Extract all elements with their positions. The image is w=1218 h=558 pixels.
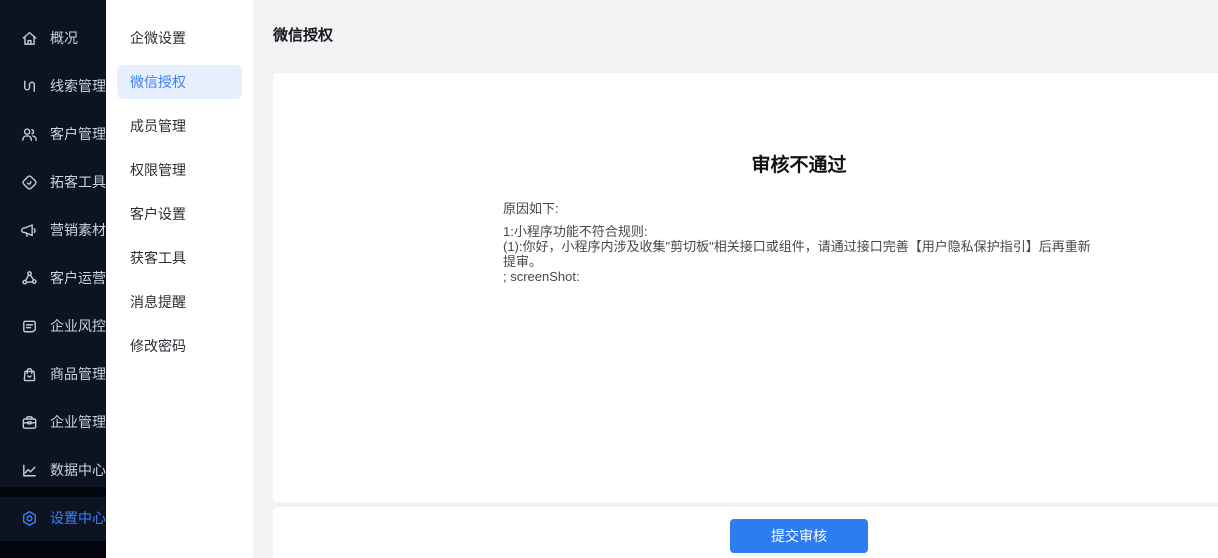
shopping-bag-icon [20, 365, 39, 384]
sidebar-separator [0, 487, 106, 497]
sidebar-item-label: 拓客工具 [50, 174, 106, 190]
sidebar-item-label: 概况 [50, 30, 78, 46]
sidebar-item-leads[interactable]: 线索管理 [0, 62, 106, 110]
settings-menu: 企微设置 微信授权 成员管理 权限管理 客户设置 获客工具 消息提醒 修改密码 [106, 0, 253, 558]
menu-item-label: 权限管理 [130, 162, 186, 178]
sidebar-item-label: 数据中心 [50, 462, 106, 478]
menu-item-message-reminder[interactable]: 消息提醒 [117, 285, 242, 319]
sidebar-item-overview[interactable]: 概况 [0, 14, 106, 62]
sidebar-item-label: 企业管理 [50, 414, 106, 430]
submit-audit-button[interactable]: 提交审核 [730, 519, 868, 553]
sidebar-item-enterprise[interactable]: 企业管理 [0, 398, 106, 446]
page-title: 微信授权 [273, 27, 334, 44]
sidebar-item-settings-center[interactable]: 设置中心 [0, 494, 106, 542]
menu-item-label: 修改密码 [130, 338, 186, 354]
expand-tools-icon [20, 173, 39, 192]
menu-item-label: 客户设置 [130, 206, 186, 222]
menu-item-acquisition-tools[interactable]: 获客工具 [117, 241, 242, 275]
risk-doc-icon [20, 317, 39, 336]
menu-item-label: 获客工具 [130, 250, 186, 266]
menu-item-wecom-settings[interactable]: 企微设置 [117, 21, 242, 55]
menu-item-customer-settings[interactable]: 客户设置 [117, 197, 242, 231]
menu-item-label: 消息提醒 [130, 294, 186, 310]
sidebar-item-products[interactable]: 商品管理 [0, 350, 106, 398]
menu-item-label: 成员管理 [130, 118, 186, 134]
gear-icon [20, 509, 39, 528]
sidebar-item-label: 客户运营 [50, 270, 106, 286]
briefcase-icon [20, 413, 39, 432]
sidebar-item-expand-tools[interactable]: 拓客工具 [0, 158, 106, 206]
sidebar-item-label: 客户管理 [50, 126, 106, 142]
sidebar-item-risk-control[interactable]: 企业风控 [0, 302, 106, 350]
page-header: 微信授权 [253, 0, 1218, 45]
reason-intro: 原因如下: [503, 201, 559, 216]
primary-sidebar: 概况 线索管理 客户管理 拓客工具 营销素材 客户运营 企业风控 商品管理 企业… [0, 0, 106, 558]
menu-item-label: 企微设置 [130, 30, 186, 46]
reason-line: 1:小程序功能不符合规则: [503, 224, 648, 239]
sidebar-item-label: 商品管理 [50, 366, 106, 382]
customers-icon [20, 125, 39, 144]
sidebar-item-label: 设置中心 [50, 510, 106, 526]
reason-line: (1):你好，小程序内涉及收集"剪切板"相关接口或组件，请通过接口完善【用户隐私… [503, 239, 1091, 269]
menu-item-wechat-auth[interactable]: 微信授权 [117, 65, 242, 99]
main-area: 微信授权 审核不通过 原因如下: 1:小程序功能不符合规则: (1):你好，小程… [253, 0, 1218, 558]
sidebar-item-label: 企业风控 [50, 318, 106, 334]
sidebar-item-label: 线索管理 [50, 78, 106, 94]
reason-line: ; screenShot: [503, 269, 580, 284]
sidebar-item-customers[interactable]: 客户管理 [0, 110, 106, 158]
menu-item-label: 微信授权 [130, 74, 186, 90]
chart-icon [20, 461, 39, 480]
audit-result-card: 审核不通过 原因如下: 1:小程序功能不符合规则: (1):你好，小程序内涉及收… [273, 73, 1218, 502]
sidebar-item-marketing[interactable]: 营销素材 [0, 206, 106, 254]
footer-action-bar: 提交审核 [273, 507, 1218, 558]
home-icon [20, 29, 39, 48]
sidebar-item-label: 营销素材 [50, 222, 106, 238]
sidebar-bottom-strip [0, 541, 106, 558]
audit-result-title: 审核不通过 [751, 155, 847, 176]
audit-reason-block: 原因如下: 1:小程序功能不符合规则: (1):你好，小程序内涉及收集"剪切板"… [503, 201, 1095, 284]
network-icon [20, 269, 39, 288]
app-layout: 概况 线索管理 客户管理 拓客工具 营销素材 客户运营 企业风控 商品管理 企业… [0, 0, 1218, 558]
megaphone-icon [20, 221, 39, 240]
menu-item-permission-mgmt[interactable]: 权限管理 [117, 153, 242, 187]
sidebar-item-operations[interactable]: 客户运营 [0, 254, 106, 302]
clue-thread-icon [20, 77, 39, 96]
menu-item-change-password[interactable]: 修改密码 [117, 329, 242, 363]
menu-item-member-mgmt[interactable]: 成员管理 [117, 109, 242, 143]
